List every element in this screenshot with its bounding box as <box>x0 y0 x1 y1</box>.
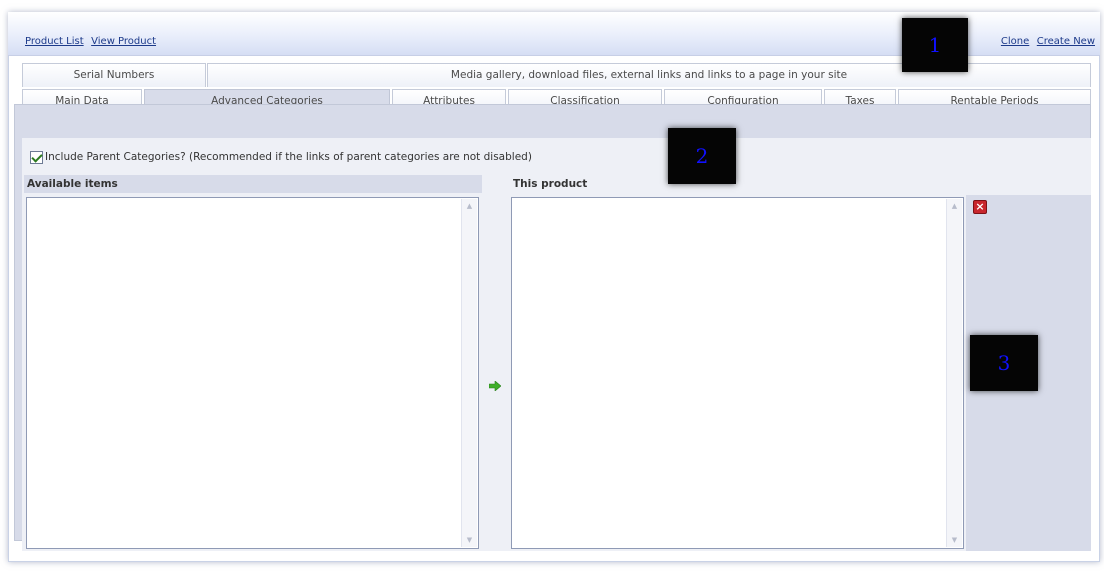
scroll-down-icon[interactable]: ▼ <box>462 533 477 547</box>
tab-label: Media gallery, download files, external … <box>450 69 848 81</box>
clone-link[interactable]: Clone <box>1001 36 1029 47</box>
this-product-list[interactable]: ▲ ▼ <box>511 197 964 549</box>
this-product-header: This product <box>510 175 966 193</box>
transfer-strip <box>484 178 510 550</box>
marker-3-label: 3 <box>997 351 1011 375</box>
view-product-link[interactable]: View Product <box>91 36 156 47</box>
this-product-scrollbar[interactable]: ▲ ▼ <box>946 199 962 547</box>
marker-3: 3 <box>970 335 1038 391</box>
delete-icon[interactable]: × <box>973 200 987 214</box>
include-parent-checkbox[interactable] <box>30 150 43 164</box>
available-items-list[interactable]: ▲ ▼ <box>26 197 479 549</box>
arrow-right-icon[interactable] <box>489 381 501 391</box>
scroll-up-icon[interactable]: ▲ <box>947 199 962 213</box>
product-list-link[interactable]: Product List <box>25 36 84 47</box>
marker-2: 2 <box>668 128 736 184</box>
tab-label: Serial Numbers <box>73 69 155 81</box>
marker-1-label: 1 <box>928 33 942 57</box>
this-product-label: This product <box>513 178 588 190</box>
include-parent-row: Include Parent Categories? (Recommended … <box>30 147 532 167</box>
marker-1: 1 <box>902 18 968 72</box>
create-new-link[interactable]: Create New <box>1037 36 1095 47</box>
marker-2-label: 2 <box>695 144 709 168</box>
header-right-spacer <box>966 175 1091 195</box>
nav-right: Clone Create New <box>997 34 1095 47</box>
available-items-scrollbar[interactable]: ▲ ▼ <box>461 199 477 547</box>
tab-serial-numbers[interactable]: Serial Numbers <box>22 63 206 87</box>
scroll-down-icon[interactable]: ▼ <box>947 533 962 547</box>
nav-left: Product List View Product <box>25 34 160 47</box>
include-parent-label: Include Parent Categories? (Recommended … <box>45 151 532 163</box>
available-items-header: Available items <box>24 175 482 193</box>
scroll-up-icon[interactable]: ▲ <box>462 199 477 213</box>
available-items-label: Available items <box>27 178 118 190</box>
